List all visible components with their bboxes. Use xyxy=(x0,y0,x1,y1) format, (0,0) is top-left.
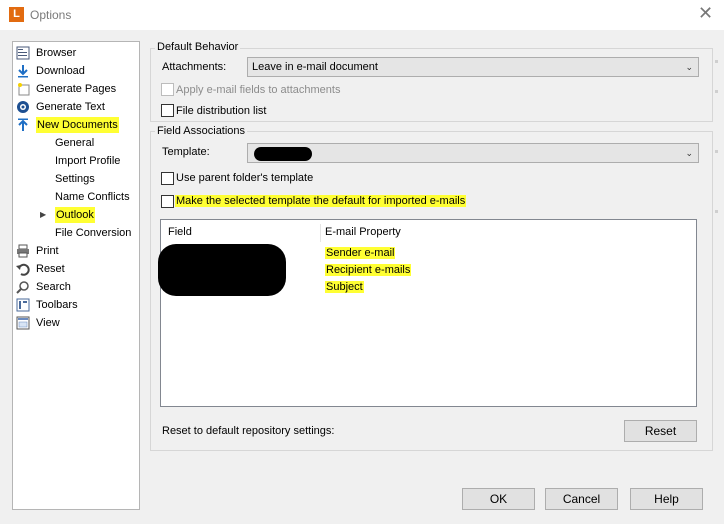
help-button[interactable]: Help xyxy=(630,488,703,510)
nav-label: Print xyxy=(36,245,59,257)
scroll-grip xyxy=(715,150,718,153)
toolbars-icon xyxy=(16,298,30,312)
nav-label: Reset xyxy=(36,263,65,275)
apply-fields-checkbox[interactable] xyxy=(161,83,174,96)
nav-label: Search xyxy=(36,281,71,293)
nav-label: Toolbars xyxy=(36,299,78,311)
file-distribution-label: File distribution list xyxy=(176,105,267,117)
field-associations-title: Field Associations xyxy=(155,125,248,137)
attachments-label: Attachments: xyxy=(162,61,227,73)
nav-label: Download xyxy=(36,65,85,77)
make-default-template-checkbox[interactable] xyxy=(161,195,174,208)
nav-label: Generate Text xyxy=(36,101,105,113)
scroll-grip xyxy=(715,60,718,63)
browser-icon xyxy=(16,46,30,60)
chevron-down-icon: ⌄ xyxy=(685,148,693,158)
nav-sublabel: Settings xyxy=(55,173,95,185)
printer-icon xyxy=(17,244,29,258)
expand-arrow-icon[interactable]: ▶ xyxy=(40,207,46,223)
file-distribution-checkbox[interactable] xyxy=(161,104,174,117)
nav-label: Browser xyxy=(36,47,77,59)
nav-sublabel: Outlook xyxy=(55,207,95,223)
template-select[interactable]: ⌄ xyxy=(247,143,699,163)
undo-icon xyxy=(16,263,30,276)
window-title: Options xyxy=(30,8,72,22)
options-nav-tree: Browser Download Generate Pages Generate… xyxy=(12,41,140,510)
column-divider[interactable] xyxy=(320,224,321,242)
reset-repository-label: Reset to default repository settings: xyxy=(162,425,335,437)
field-mapping-list[interactable]: Field E-mail Property Sender e-mail Reci… xyxy=(158,219,697,407)
make-default-template-label: Make the selected template the default f… xyxy=(175,195,467,207)
download-arrow-icon xyxy=(18,65,28,78)
apply-fields-label: Apply e-mail fields to attachments xyxy=(176,84,341,96)
generate-pages-icon xyxy=(18,83,30,96)
cancel-button[interactable]: Cancel xyxy=(545,488,618,510)
title-bar: L Options ✕ xyxy=(0,0,724,30)
nav-label: New Documents xyxy=(36,117,119,133)
view-icon xyxy=(16,316,30,330)
scroll-grip xyxy=(715,210,718,213)
attachments-value: Leave in e-mail document xyxy=(252,61,378,73)
chevron-down-icon: ⌄ xyxy=(685,62,693,72)
nav-sublabel: Import Profile xyxy=(55,155,121,167)
nav-subitem-outlook[interactable]: ▶ Outlook xyxy=(13,207,137,223)
use-parent-template-checkbox[interactable] xyxy=(161,172,174,185)
nav-sublabel: File Conversion xyxy=(55,227,132,239)
table-row[interactable]: Sender e-mail xyxy=(325,247,396,259)
reset-button[interactable]: Reset xyxy=(624,420,697,442)
email-property-column-header[interactable]: E-mail Property xyxy=(325,226,401,238)
nav-label: View xyxy=(36,317,60,329)
ok-button[interactable]: OK xyxy=(462,488,535,510)
table-row[interactable]: Subject xyxy=(325,281,364,293)
scroll-grip xyxy=(715,90,718,93)
nav-sublabel: General xyxy=(55,137,95,149)
redaction-mark xyxy=(158,244,286,296)
generate-text-icon xyxy=(17,101,29,113)
attachments-select[interactable]: Leave in e-mail document ⌄ xyxy=(247,57,699,77)
use-parent-template-label: Use parent folder's template xyxy=(176,172,314,184)
default-behavior-title: Default Behavior xyxy=(155,41,241,53)
upload-arrow-icon xyxy=(18,118,28,131)
template-label: Template: xyxy=(162,146,210,158)
close-icon[interactable]: ✕ xyxy=(698,3,713,24)
app-logo-icon: L xyxy=(9,7,24,22)
nav-sublabel: Name Conflicts xyxy=(55,191,130,203)
table-row[interactable]: Recipient e-mails xyxy=(325,264,412,276)
redaction-mark xyxy=(254,147,312,161)
field-column-header[interactable]: Field xyxy=(168,226,192,238)
nav-label: Generate Pages xyxy=(36,83,117,95)
magnifier-icon xyxy=(16,281,29,294)
